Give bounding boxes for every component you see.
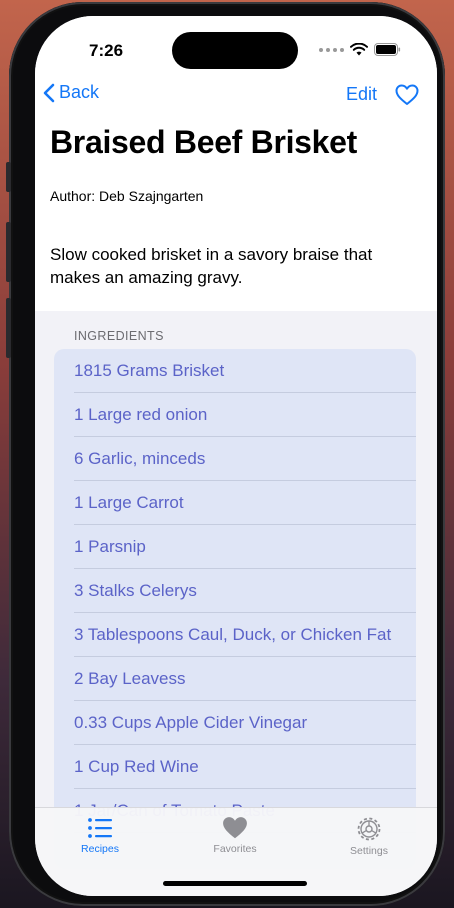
status-icons	[319, 43, 401, 56]
ingredient-label: 3 Stalks Celerys	[74, 581, 197, 600]
ingredient-item[interactable]: 1 Cup Red Wine	[54, 745, 416, 789]
recipe-title: Braised Beef Brisket	[50, 124, 358, 160]
recipe-description: Slow cooked brisket in a savory braise t…	[50, 245, 373, 287]
ingredient-label: 1 Parsnip	[74, 537, 146, 556]
back-button[interactable]: Back	[43, 82, 99, 103]
favorite-button[interactable]	[395, 84, 419, 111]
dynamic-island	[172, 32, 298, 69]
list-icon	[88, 818, 112, 838]
ingredient-item[interactable]: 3 Stalks Celerys	[54, 569, 416, 613]
heart-icon	[223, 817, 247, 839]
ingredient-label: 0.33 Cups Apple Cider Vinegar	[74, 713, 308, 732]
ingredient-label: 1 Large red onion	[74, 405, 208, 424]
phone-frame: 7:26 Back Edit Braised Beef Brisket Auth…	[6, 2, 445, 906]
volume-up-button	[6, 222, 11, 282]
ingredient-label: 1 Cup Red Wine	[74, 757, 199, 776]
ingredient-item[interactable]: 1 Parsnip	[54, 525, 416, 569]
tab-bar: Recipes Favorites Settings	[35, 807, 437, 896]
ingredients-header: INGREDIENTS	[74, 329, 164, 343]
volume-down-button	[6, 298, 11, 358]
ingredient-label: 3 Tablespoons Caul, Duck, or Chicken Fat	[74, 625, 392, 644]
ingredient-item[interactable]: 1 Large Carrot	[54, 481, 416, 525]
ingredient-item[interactable]: 2 Bay Leavess	[54, 657, 416, 701]
back-label: Back	[59, 82, 100, 102]
edit-button[interactable]: Edit	[346, 84, 377, 105]
tab-settings[interactable]: Settings	[314, 816, 424, 857]
tab-favorites[interactable]: Favorites	[180, 816, 290, 855]
ingredient-item[interactable]: 0.33 Cups Apple Cider Vinegar	[54, 701, 416, 745]
battery-icon	[374, 43, 401, 56]
ingredient-item[interactable]: 3 Tablespoons Caul, Duck, or Chicken Fat	[54, 613, 416, 657]
tab-favorites-label: Favorites	[213, 843, 257, 855]
screen: 7:26 Back Edit Braised Beef Brisket Auth…	[35, 16, 437, 896]
ingredient-item[interactable]: 1 Large red onion	[54, 393, 416, 437]
gear-icon	[357, 817, 381, 841]
ingredients-list: 1815 Grams Brisket 1 Large red onion 6 G…	[54, 349, 416, 869]
ingredient-item[interactable]: 6 Garlic, minceds	[54, 437, 416, 481]
wifi-icon	[350, 43, 368, 56]
ingredient-item[interactable]: 1815 Grams Brisket	[54, 349, 416, 393]
chevron-left-icon	[43, 83, 55, 102]
status-time: 7:26	[89, 41, 124, 60]
ingredient-label: 2 Bay Leavess	[74, 669, 186, 688]
tab-recipes-label: Recipes	[81, 843, 119, 855]
recipe-author: Author: Deb Szajngarten	[50, 188, 204, 204]
mute-switch	[6, 162, 11, 192]
ingredient-label: 6 Garlic, minceds	[74, 449, 206, 468]
ingredient-label: 1815 Grams Brisket	[74, 361, 225, 380]
home-indicator	[163, 881, 307, 886]
cellular-signal-icon	[319, 47, 344, 52]
tab-recipes[interactable]: Recipes	[45, 816, 155, 855]
heart-outline-icon	[395, 84, 419, 105]
tab-settings-label: Settings	[350, 845, 388, 857]
ingredient-label: 1 Large Carrot	[74, 493, 184, 512]
navigation-bar: Back Edit	[35, 82, 437, 112]
